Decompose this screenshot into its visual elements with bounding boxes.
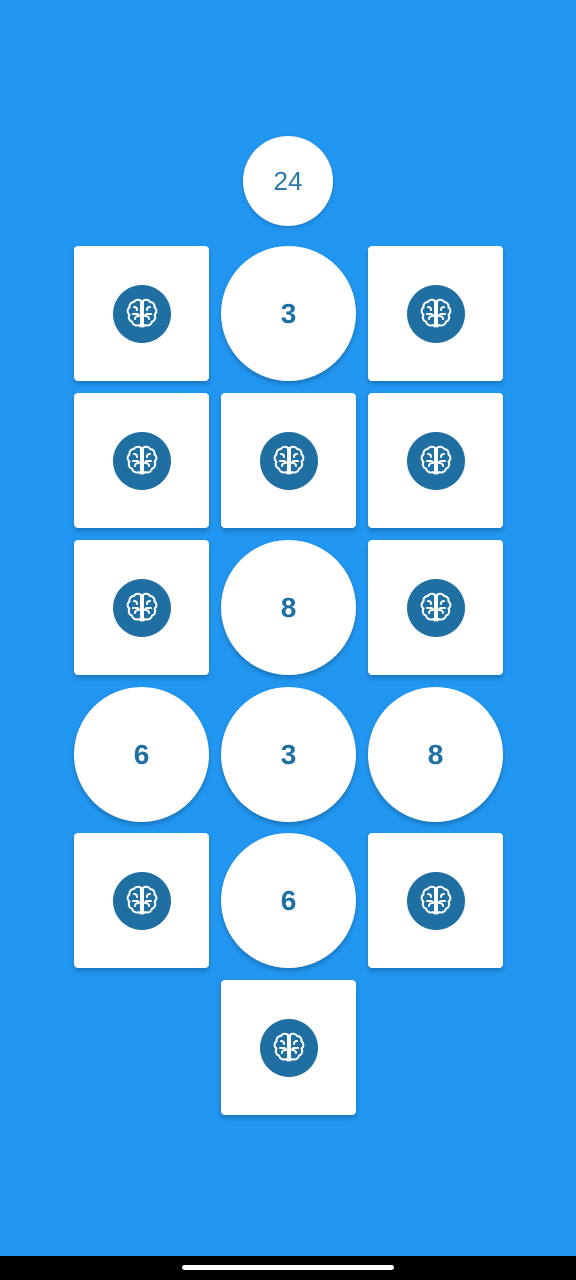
brain-icon [112,871,171,930]
tile-number: 6 [133,738,150,770]
game-screen: 24 3 8 6 3 8 6 [0,0,576,1280]
brain-icon [112,578,171,637]
revealed-tile[interactable]: 6 [221,833,356,968]
system-nav-bar [0,1256,576,1280]
revealed-tile[interactable]: 3 [221,246,356,381]
hidden-tile[interactable] [368,833,503,968]
revealed-tile[interactable]: 8 [221,540,356,675]
hidden-tile[interactable] [221,393,356,528]
hidden-tile[interactable] [368,540,503,675]
tile-number: 8 [427,738,444,770]
hidden-tile[interactable] [74,393,209,528]
tile-number: 8 [280,591,297,623]
hidden-tile[interactable] [74,540,209,675]
brain-icon [406,284,465,343]
tile-number: 3 [280,738,297,770]
revealed-tile[interactable]: 6 [74,687,209,822]
brain-icon [259,1018,318,1077]
hidden-tile[interactable] [368,393,503,528]
brain-icon [406,578,465,637]
brain-icon [112,284,171,343]
hidden-tile[interactable] [74,833,209,968]
brain-icon [406,871,465,930]
tile-grid: 3 8 6 3 8 6 [0,0,576,1280]
hidden-tile[interactable] [221,980,356,1115]
tile-number: 3 [280,297,297,329]
brain-icon [259,431,318,490]
tile-number: 6 [280,884,297,916]
hidden-tile[interactable] [74,246,209,381]
revealed-tile[interactable]: 3 [221,687,356,822]
hidden-tile[interactable] [368,246,503,381]
brain-icon [406,431,465,490]
home-handle[interactable] [182,1265,394,1270]
brain-icon [112,431,171,490]
revealed-tile[interactable]: 8 [368,687,503,822]
